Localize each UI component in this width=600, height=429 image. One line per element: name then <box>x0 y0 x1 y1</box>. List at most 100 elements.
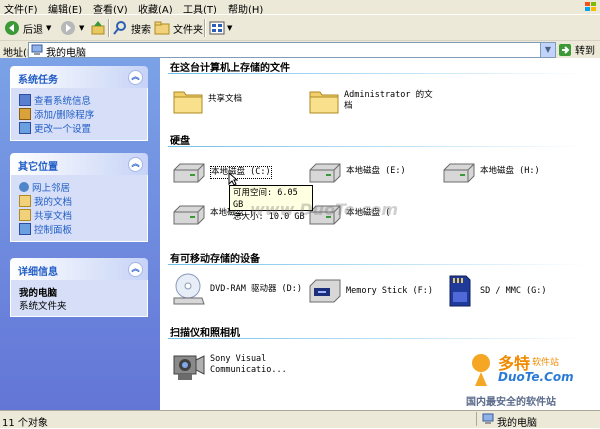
shared-documents-folder[interactable]: 共享文档 <box>172 84 242 116</box>
details-panel: 详细信息 ︽ 我的电脑 系统文件夹 <box>10 258 148 317</box>
dvd-ram-drive-label: DVD-RAM 驱动器 (D:) <box>210 284 303 294</box>
sd-mmc-g[interactable]: SD / MMC (G:) <box>442 274 547 308</box>
toolbar-separator <box>204 19 206 37</box>
system-tasks-header[interactable]: 系统任务 ︽ <box>10 66 148 88</box>
my-documents-icon <box>19 195 31 207</box>
my-computer-icon <box>31 44 43 55</box>
back-label: 后退 <box>23 24 43 36</box>
address-dropdown-icon[interactable]: ▼ <box>540 43 555 57</box>
memory-stick-label: Memory Stick (F:) <box>346 286 433 296</box>
local-disk-e-label: 本地磁盘 (E:) <box>346 166 406 176</box>
forward-arrow-icon <box>61 21 75 35</box>
sony-camera-label-line2: Communicatio... <box>210 365 287 375</box>
administrator-documents-folder[interactable]: Administrator 的文 档 <box>308 84 433 116</box>
control-panel-icon <box>19 122 31 134</box>
dvd-ram-drive-d[interactable]: DVD-RAM 驱动器 (D:) <box>172 272 302 308</box>
sony-visual-communication-camera[interactable]: Sony Visual Communicatio... <box>172 348 287 384</box>
go-label: 转到 <box>575 46 595 57</box>
watermark-brand-sub: 软件站 <box>532 358 560 368</box>
forward-dropdown-icon[interactable]: ▼ <box>79 24 84 32</box>
collapse-chevron-icon[interactable]: ︽ <box>128 262 143 277</box>
local-disk-h[interactable]: 本地磁盘 (H:) <box>442 162 540 184</box>
up-folder-button[interactable] <box>90 19 106 37</box>
views-button[interactable]: ▼ <box>209 19 232 37</box>
group-title-stored-files: 在这台计算机上存储的文件 <box>170 63 290 74</box>
details-title: 详细信息 <box>18 267 58 278</box>
other-places-body: 网上邻居 我的文档 共享文档 控制面板 <box>10 175 148 242</box>
shared-folder-icon <box>19 209 31 221</box>
windows-logo-icon <box>580 0 600 14</box>
go-button[interactable]: 转到 <box>558 42 600 57</box>
local-disk-h-label: 本地磁盘 (H:) <box>480 166 540 176</box>
other-places-header[interactable]: 其它位置 ︽ <box>10 153 148 175</box>
back-arrow-icon <box>5 21 19 35</box>
details-body: 我的电脑 系统文件夹 <box>10 280 148 317</box>
hard-drive-icon <box>443 163 475 183</box>
add-remove-programs-label: 添加/删除程序 <box>34 110 95 121</box>
change-setting-link[interactable]: 更改一个设置 <box>19 121 139 135</box>
view-system-info-label: 查看系统信息 <box>34 96 92 107</box>
shared-documents-link[interactable]: 共享文档 <box>19 208 139 222</box>
back-dropdown-icon[interactable]: ▼ <box>46 24 51 32</box>
folder-icon <box>173 91 203 114</box>
group-title-scanners: 扫描仪和照相机 <box>170 328 240 339</box>
hard-drive-icon <box>309 163 341 183</box>
local-disk-c[interactable]: 本地磁盘 (C:) <box>172 162 272 184</box>
change-setting-label: 更改一个设置 <box>34 124 92 135</box>
add-remove-programs-link[interactable]: 添加/删除程序 <box>19 107 139 121</box>
group-divider <box>168 338 588 339</box>
view-system-info-link[interactable]: 查看系统信息 <box>19 93 139 107</box>
mouse-cursor-icon <box>228 172 238 186</box>
up-folder-icon <box>91 21 105 35</box>
task-pane: 系统任务 ︽ 查看系统信息 添加/删除程序 更改一个设置 其它位置 ︽ 网上邻居… <box>0 58 160 410</box>
views-dropdown-icon: ▼ <box>227 24 233 32</box>
folders-button[interactable]: 文件夹 <box>154 19 203 37</box>
other-places-title: 其它位置 <box>18 162 58 173</box>
search-button[interactable]: 搜索 <box>112 19 151 37</box>
status-divider <box>476 412 477 426</box>
control-panel-label: 控制面板 <box>34 225 73 236</box>
admin-label-line1: Administrator 的文 <box>344 90 433 100</box>
system-tasks-body: 查看系统信息 添加/删除程序 更改一个设置 <box>10 88 148 141</box>
center-watermark: www.DuoTe.com <box>250 200 398 219</box>
shared-documents-folder-label: 共享文档 <box>208 94 243 104</box>
forward-button[interactable]: ▼ <box>60 19 84 37</box>
details-type: 系统文件夹 <box>19 301 67 312</box>
admin-label-line2: 档 <box>344 101 353 111</box>
network-places-link[interactable]: 网上邻居 <box>19 180 139 194</box>
watermark-slogan: 国内最安全的软件站 <box>466 397 556 408</box>
details-header[interactable]: 详细信息 ︽ <box>10 258 148 280</box>
hard-drive-icon <box>173 205 205 225</box>
sony-camera-label-line1: Sony Visual <box>210 354 267 364</box>
camera-icon <box>173 355 205 380</box>
collapse-chevron-icon[interactable]: ︽ <box>128 157 143 172</box>
add-remove-icon <box>19 108 31 120</box>
hard-drive-icon <box>173 163 205 183</box>
address-field[interactable]: 我的电脑 ▼ <box>28 42 556 59</box>
network-places-label: 网上邻居 <box>32 183 71 194</box>
local-disk-e[interactable]: 本地磁盘 (E:) <box>308 162 406 184</box>
sony-camera-label: Sony Visual Communicatio... <box>210 354 287 376</box>
status-bar: 11 个对象 我的电脑 <box>0 410 600 429</box>
views-icon <box>209 21 225 35</box>
administrator-documents-folder-label: Administrator 的文 档 <box>344 90 433 112</box>
search-icon <box>113 21 126 35</box>
duote-watermark: 多特 软件站 DuoTe.Com <box>470 350 590 394</box>
my-documents-link[interactable]: 我的文档 <box>19 194 139 208</box>
control-panel-link[interactable]: 控制面板 <box>19 222 139 236</box>
address-bar: 地址(D) 我的电脑 ▼ 转到 <box>0 40 600 59</box>
system-tasks-title: 系统任务 <box>18 75 58 86</box>
menu-bar: 文件(F) 编辑(E) 查看(V) 收藏(A) 工具(T) 帮助(H) <box>0 0 600 16</box>
network-places-icon <box>19 182 29 192</box>
search-label: 搜索 <box>131 24 151 36</box>
dvd-drive-icon <box>173 273 205 305</box>
shared-documents-label: 共享文档 <box>34 211 73 222</box>
back-button[interactable]: 后退 ▼ <box>4 19 51 37</box>
group-divider <box>168 264 588 265</box>
memory-stick-f[interactable]: Memory Stick (F:) <box>308 278 433 306</box>
collapse-chevron-icon[interactable]: ︽ <box>128 70 143 85</box>
duote-logo-icon <box>472 354 490 386</box>
sd-card-icon <box>449 275 471 307</box>
group-divider <box>168 146 588 147</box>
toolbar-separator <box>108 19 110 37</box>
